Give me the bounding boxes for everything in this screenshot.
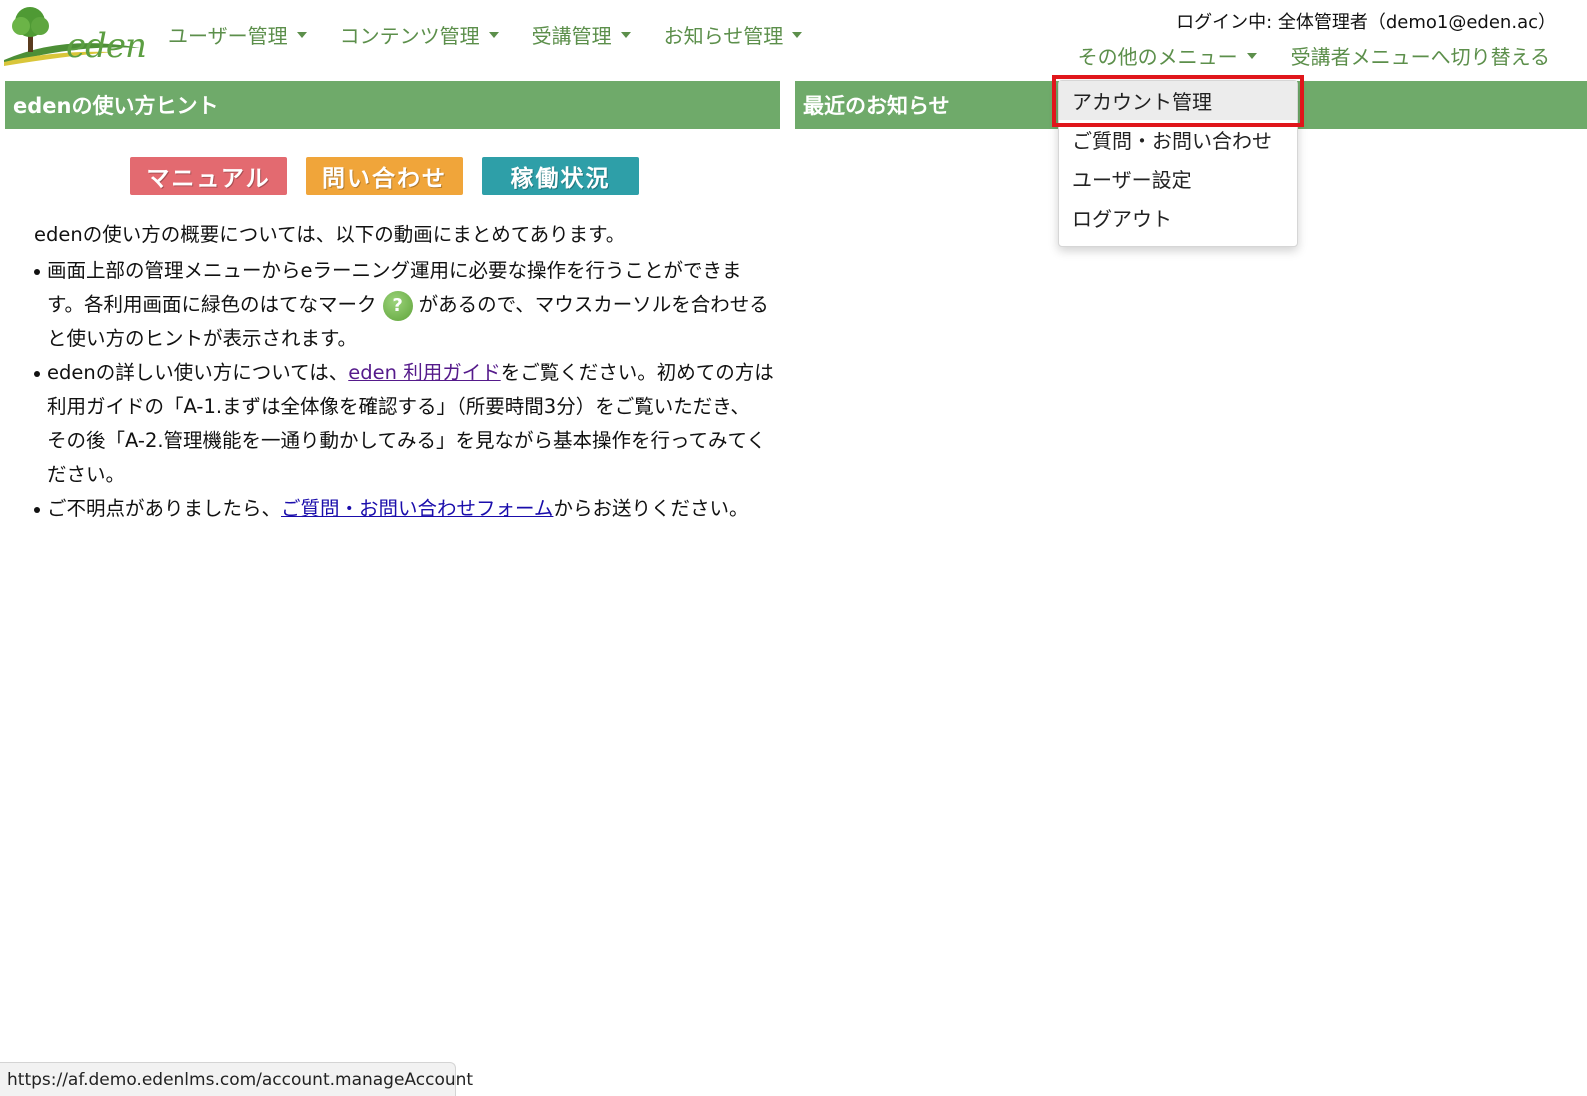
nav-content-management-label: コンテンツ管理 [339, 24, 480, 48]
hint3-text-a: ご不明点がありましたら、 [47, 497, 282, 520]
nav-user-management-label: ユーザー管理 [168, 24, 288, 48]
list-item: 画面上部の管理メニューからeラーニング運用に必要な操作を行うことができます。各利… [34, 254, 774, 356]
quick-links: マニュアル 問い合わせ 稼働状況 [130, 157, 639, 195]
question-mark-icon: ? [382, 290, 413, 321]
nav-course-management-label: 受講管理 [531, 24, 612, 48]
list-item: ご不明点がありましたら、ご質問・お問い合わせフォームからお送りください。 [34, 492, 774, 526]
eden-logo[interactable]: eden [4, 4, 147, 66]
hint2-text-a: edenの詳しい使い方については、 [47, 361, 349, 384]
caret-down-icon [488, 31, 499, 38]
main-nav: ユーザー管理 コンテンツ管理 受講管理 お知らせ管理 [168, 20, 835, 49]
caret-down-icon [792, 31, 803, 38]
nav-content-management[interactable]: コンテンツ管理 [340, 20, 499, 49]
nav-notice-management[interactable]: お知らせ管理 [664, 20, 803, 49]
hint3-text-b: からお送りください。 [553, 497, 749, 520]
caret-down-icon [296, 31, 307, 38]
switch-to-learner-link[interactable]: 受講者メニューへ切り替える [1291, 41, 1550, 70]
other-menu-label: その他のメニュー [1077, 45, 1238, 69]
list-item: edenの詳しい使い方については、eden 利用ガイドをご覧ください。初めての方… [34, 356, 774, 492]
manual-button[interactable]: マニュアル [130, 157, 287, 195]
hints-list: 画面上部の管理メニューからeラーニング運用に必要な操作を行うことができます。各利… [34, 254, 774, 526]
guide-link[interactable]: eden 利用ガイド [348, 361, 500, 384]
other-menu-dropdown: アカウント管理 ご質問・お問い合わせ ユーザー設定 ログアウト [1058, 80, 1298, 247]
menu-item-inquiry[interactable]: ご質問・お問い合わせ [1059, 120, 1297, 159]
login-status: ログイン中: 全体管理者（demo1@eden.ac） [1176, 12, 1556, 33]
nav-course-management[interactable]: 受講管理 [532, 20, 631, 49]
status-button[interactable]: 稼働状況 [482, 157, 639, 195]
hints-panel-title: edenの使い方ヒント [5, 81, 780, 129]
logo-text: eden [66, 26, 147, 66]
menu-item-user-settings[interactable]: ユーザー設定 [1059, 159, 1297, 198]
hints-content: edenの使い方の概要については、以下の動画にまとめてあります。 画面上部の管理… [34, 218, 774, 526]
menu-item-account-management[interactable]: アカウント管理 [1059, 81, 1297, 120]
other-menu-toggle[interactable]: その他のメニュー [1078, 41, 1257, 70]
status-bar-url: https://af.demo.edenlms.com/account.mana… [0, 1062, 473, 1096]
caret-down-icon [1246, 52, 1257, 59]
intro-text: edenの使い方の概要については、以下の動画にまとめてあります。 [34, 223, 626, 246]
top-right-menu: その他のメニュー 受講者メニューへ切り替える [1078, 41, 1550, 70]
nav-user-management[interactable]: ユーザー管理 [168, 20, 307, 49]
caret-down-icon [620, 31, 631, 38]
menu-item-logout[interactable]: ログアウト [1059, 198, 1297, 237]
nav-notice-management-label: お知らせ管理 [663, 24, 784, 48]
inquiry-form-link[interactable]: ご質問・お問い合わせフォーム [281, 497, 553, 520]
contact-button[interactable]: 問い合わせ [306, 157, 463, 195]
